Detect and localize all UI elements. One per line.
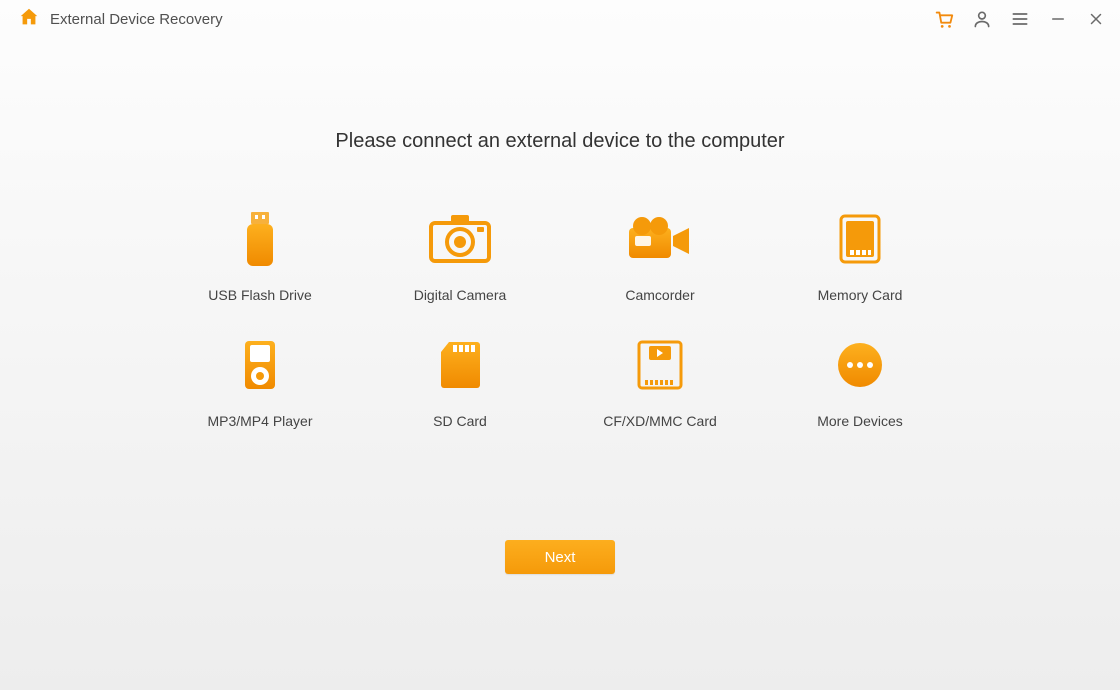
device-label: SD Card	[433, 413, 487, 429]
memory-card-icon	[827, 211, 893, 267]
device-digital-camera[interactable]: Digital Camera	[360, 211, 560, 303]
device-label: More Devices	[817, 413, 903, 429]
device-sd-card[interactable]: SD Card	[360, 337, 560, 429]
device-usb-flash-drive[interactable]: USB Flash Drive	[160, 211, 360, 303]
instruction-text: Please connect an external device to the…	[0, 130, 1120, 153]
device-grid: USB Flash Drive Digital Camera	[160, 211, 960, 429]
cf-card-icon	[627, 337, 693, 393]
sd-card-icon	[427, 337, 493, 393]
more-devices-icon	[827, 337, 893, 393]
device-label: CF/XD/MMC Card	[603, 413, 717, 429]
device-label: MP3/MP4 Player	[207, 413, 312, 429]
usb-flash-drive-icon	[227, 211, 293, 267]
device-label: Camcorder	[625, 287, 694, 303]
device-cf-card[interactable]: CF/XD/MMC Card	[560, 337, 760, 429]
device-more[interactable]: More Devices	[760, 337, 960, 429]
main-content: Please connect an external device to the…	[0, 0, 1120, 690]
camcorder-icon	[627, 211, 693, 267]
device-label: Memory Card	[818, 287, 903, 303]
next-button[interactable]: Next	[505, 540, 615, 574]
device-memory-card[interactable]: Memory Card	[760, 211, 960, 303]
device-mp3-player[interactable]: MP3/MP4 Player	[160, 337, 360, 429]
device-label: USB Flash Drive	[208, 287, 311, 303]
device-camcorder[interactable]: Camcorder	[560, 211, 760, 303]
digital-camera-icon	[427, 211, 493, 267]
device-label: Digital Camera	[414, 287, 507, 303]
mp3-player-icon	[227, 337, 293, 393]
